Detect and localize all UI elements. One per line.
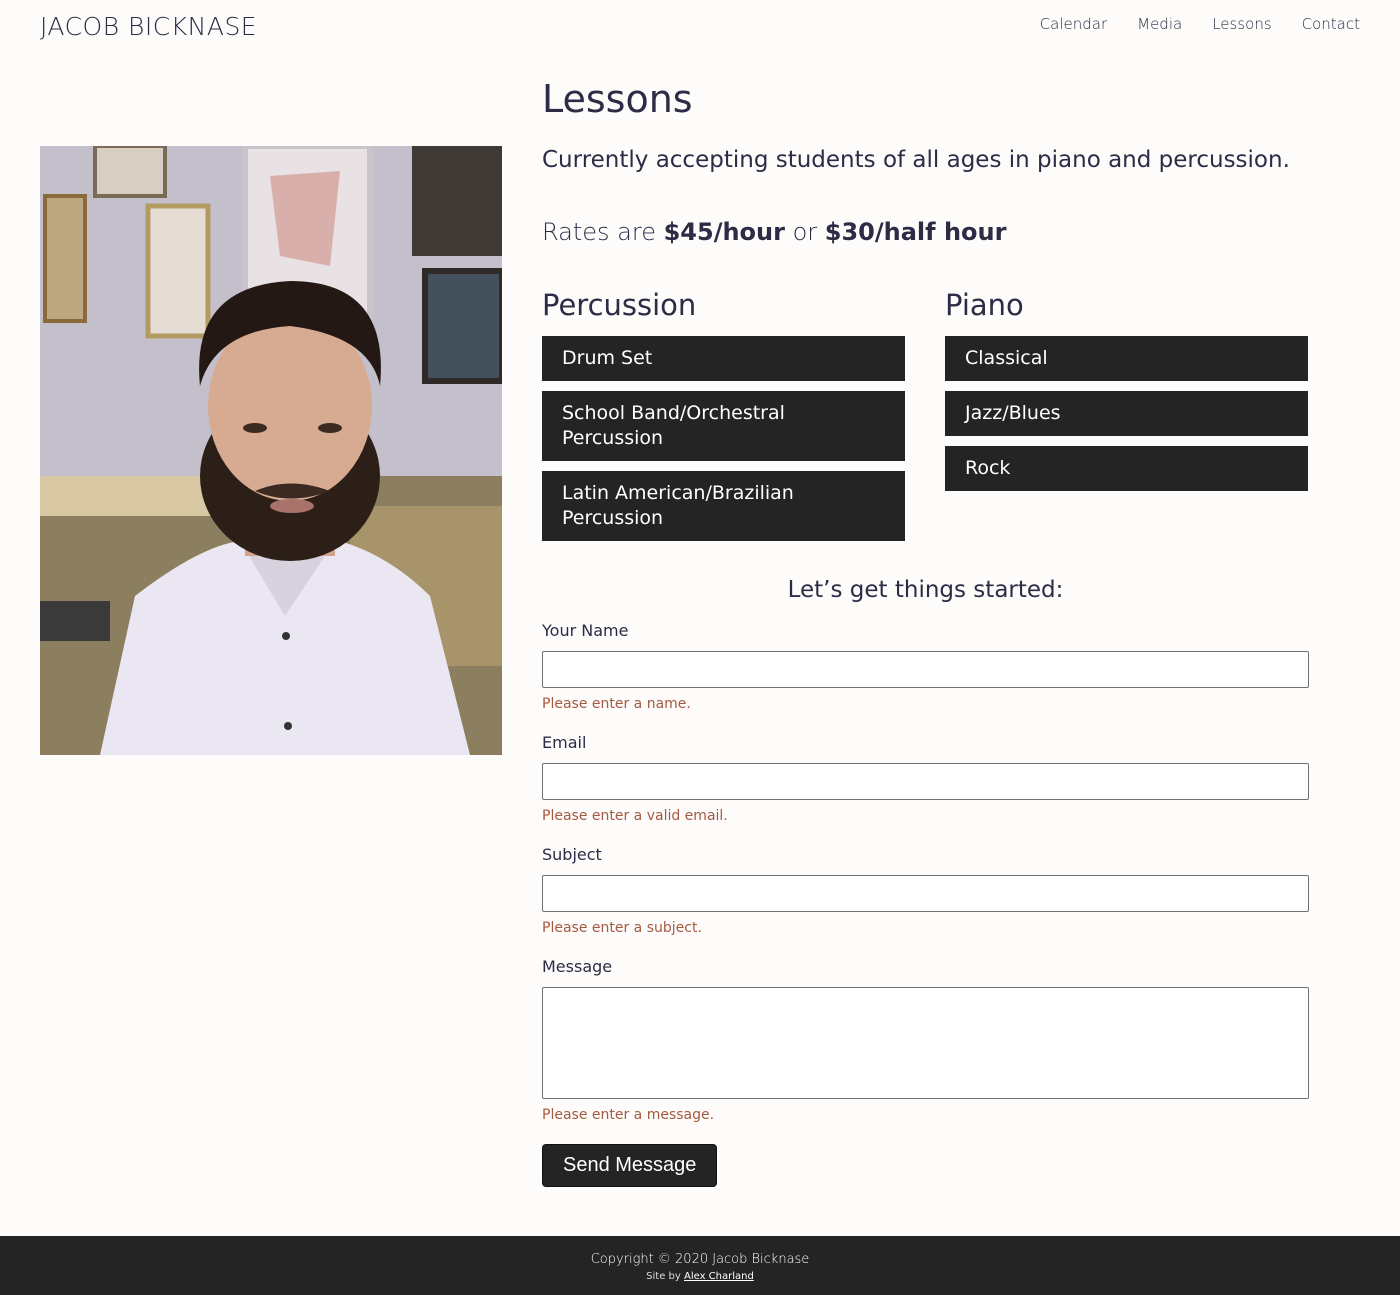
subject-error: Please enter a subject. [542, 920, 702, 936]
portrait-photo [40, 146, 502, 755]
main-nav: Calendar Media Lessons Contact [1040, 15, 1360, 33]
nav-lessons[interactable]: Lessons [1212, 15, 1271, 33]
piano-column: Piano Classical Jazz/Blues Rock [945, 289, 1308, 551]
message-field[interactable] [542, 987, 1309, 1099]
piano-heading: Piano [945, 288, 1024, 322]
rates-or: or [784, 218, 825, 246]
page: JACOB BICKNASE Calendar Media Lessons Co… [0, 0, 1400, 1295]
lesson-item-drum-set: Drum Set [542, 336, 905, 381]
percussion-heading: Percussion [542, 288, 697, 322]
lesson-item-rock: Rock [945, 446, 1308, 491]
name-field[interactable] [542, 651, 1309, 688]
nav-contact[interactable]: Contact [1302, 15, 1360, 33]
lesson-item-jazz-blues: Jazz/Blues [945, 391, 1308, 436]
name-label: Your Name [542, 621, 629, 640]
subject-field[interactable] [542, 875, 1309, 912]
nav-media[interactable]: Media [1137, 15, 1182, 33]
nav-calendar[interactable]: Calendar [1040, 15, 1107, 33]
lesson-item-school-band: School Band/Orchestral Percussion [542, 391, 905, 461]
email-error: Please enter a valid email. [542, 808, 728, 824]
credit-prefix: Site by [646, 1271, 684, 1282]
send-message-button[interactable]: Send Message [542, 1144, 718, 1187]
email-field[interactable] [542, 763, 1309, 800]
name-error: Please enter a name. [542, 696, 691, 712]
lesson-columns: Percussion Drum Set School Band/Orchestr… [542, 289, 1309, 551]
rates-prefix: Rates are [542, 218, 664, 246]
rate-half-hour: $30/half hour [824, 218, 1007, 246]
credit-link[interactable]: Alex Charland [684, 1271, 754, 1282]
site-title[interactable]: JACOB BICKNASE [40, 12, 257, 41]
message-error: Please enter a message. [542, 1107, 715, 1123]
percussion-column: Percussion Drum Set School Band/Orchestr… [542, 289, 905, 551]
subject-label: Subject [542, 845, 602, 864]
message-label: Message [542, 957, 613, 976]
rate-hour: $45/hour [663, 218, 785, 246]
copyright-text: Copyright © 2020 Jacob Bicknase [590, 1252, 810, 1267]
portrait-illustration [40, 146, 502, 755]
site-footer: Copyright © 2020 Jacob Bicknase Site by … [0, 1236, 1400, 1295]
contact-form: Let’s get things started: Your Name Plea… [542, 575, 1309, 1187]
lesson-item-latin-american: Latin American/Brazilian Percussion [542, 471, 905, 541]
lesson-item-classical: Classical [945, 336, 1308, 381]
rates-text: Rates are $45/hour or $30/half hour [542, 217, 1309, 247]
site-credit: Site by Alex Charland [0, 1271, 1400, 1283]
page-title: Lessons [542, 77, 693, 121]
main-content: Lessons Currently accepting students of … [542, 76, 1309, 1187]
lead-text: Currently accepting students of all ages… [542, 147, 1290, 173]
email-label: Email [542, 733, 587, 752]
form-heading: Let’s get things started: [787, 577, 1064, 603]
